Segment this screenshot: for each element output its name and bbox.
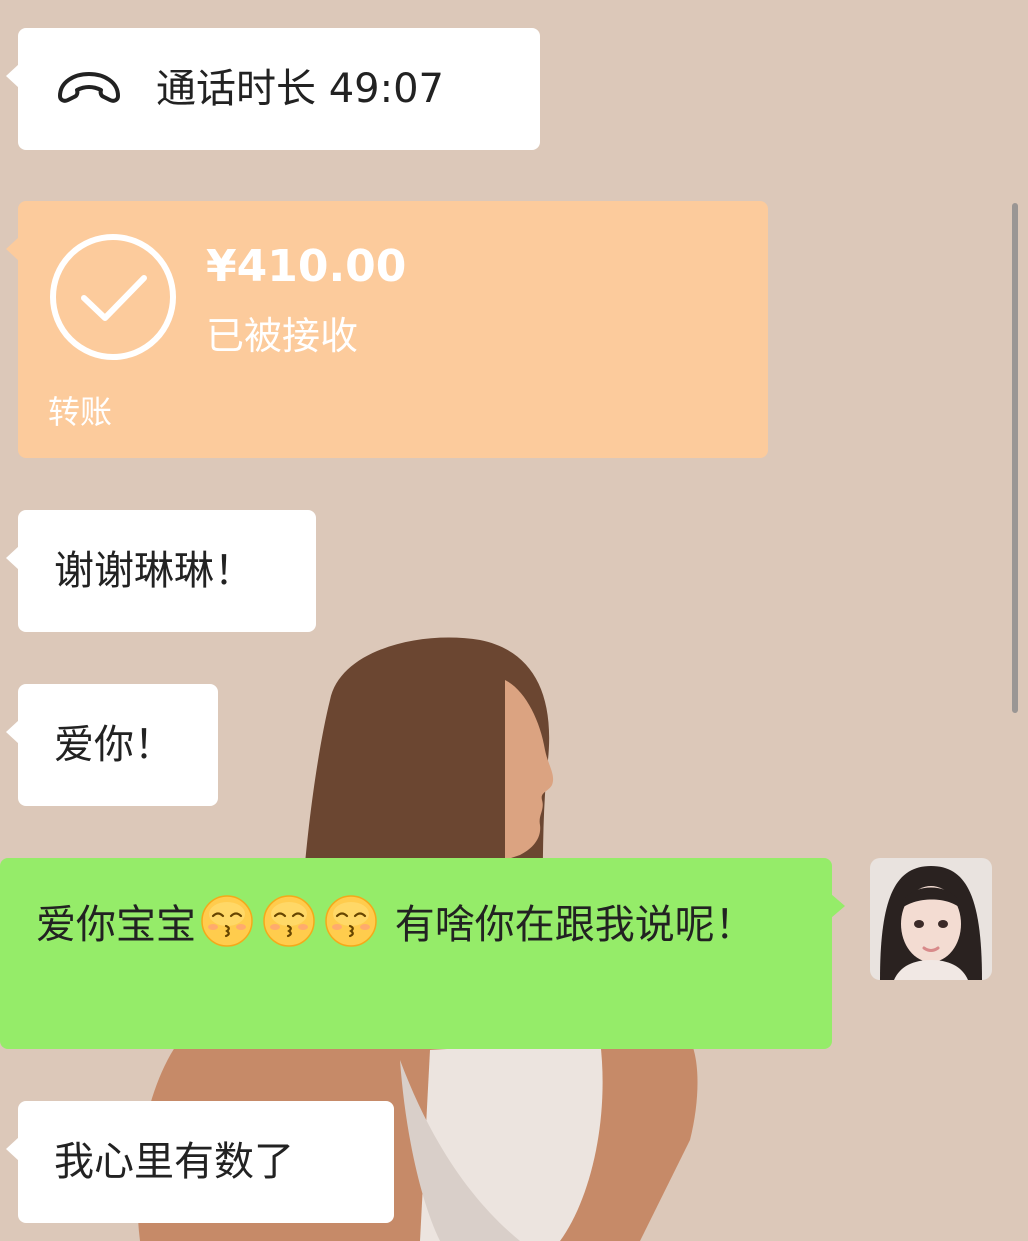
- kissing-smiling-eyes-emoji: [263, 895, 315, 947]
- transfer-card[interactable]: ¥410.00 已被接收 转账: [6, 201, 768, 458]
- kissing-smiling-eyes-emoji: [201, 895, 253, 947]
- check-circle-icon: [50, 234, 176, 360]
- message-text: 我心里有数了: [54, 1139, 294, 1185]
- call-duration-bubble[interactable]: 通话时长 49:07: [6, 28, 540, 150]
- message-text: 爱你宝宝 有啥你在跟我说呢！: [36, 890, 816, 960]
- message-text: 爱你！: [54, 722, 174, 768]
- user-avatar[interactable]: [870, 858, 992, 980]
- message-bubble[interactable]: 谢谢琳琳！: [6, 510, 316, 632]
- message-text-part: 有啥你在跟我说呢！: [382, 902, 755, 948]
- message-bubble[interactable]: 爱你！: [6, 684, 218, 806]
- scrollbar[interactable]: [1012, 203, 1018, 713]
- call-duration-text: 通话时长 49:07: [156, 66, 444, 112]
- transfer-label: 转账: [48, 393, 113, 431]
- kissing-smiling-eyes-emoji: [325, 895, 377, 947]
- message-text-part: 爱你宝宝: [36, 902, 196, 948]
- transfer-status: 已被接收: [206, 314, 359, 358]
- message-bubble[interactable]: 我心里有数了: [6, 1101, 394, 1223]
- phone-hangup-icon: [58, 72, 120, 103]
- outgoing-message-bubble[interactable]: 爱你宝宝 有啥你在跟我说呢！: [0, 858, 845, 1049]
- message-text: 谢谢琳琳！: [54, 548, 254, 594]
- transfer-amount: ¥410.00: [206, 241, 407, 292]
